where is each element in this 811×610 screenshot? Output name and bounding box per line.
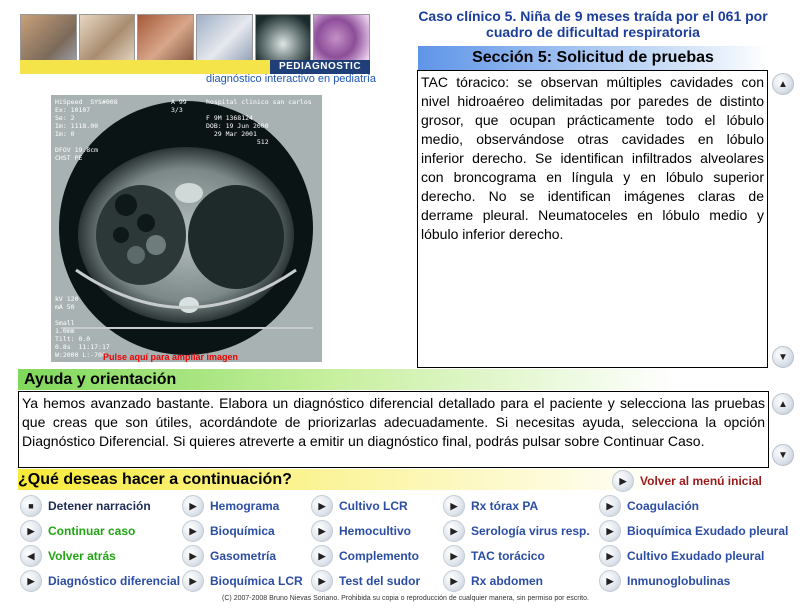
triangle-up-icon: ▲ — [778, 78, 788, 90]
action-label: Detener narración — [48, 499, 151, 513]
play-icon: ▶ — [443, 520, 465, 542]
test-bioquimica-lcr-button[interactable]: ▶ Bioquímica LCR — [182, 569, 303, 593]
differential-diagnosis-button[interactable]: ▶ Diagnóstico diferencial — [20, 569, 180, 593]
section-title: Sección 5: Solicitud de pruebas — [418, 46, 768, 70]
action-label: Continuar caso — [48, 524, 136, 538]
test-rx-torax-button[interactable]: ▶ Rx tórax PA — [443, 494, 538, 518]
test-hemograma-button[interactable]: ▶ Hemograma — [182, 494, 279, 518]
play-icon: ▶ — [182, 545, 204, 567]
back-to-menu-button[interactable]: ▶ Volver al menú inicial — [612, 469, 762, 493]
action-label: Volver atrás — [48, 549, 116, 563]
section-description: TAC tóracico: se observan múltiples cavi… — [417, 70, 768, 368]
stop-narration-button[interactable]: ■ Detener narración — [20, 494, 151, 518]
test-serologia-button[interactable]: ▶ Serología virus resp. — [443, 519, 590, 543]
action-label: Rx tórax PA — [471, 499, 539, 513]
action-label: Cultivo Exudado pleural — [627, 549, 765, 563]
ct-overlay-top-center: A 99 3/3 — [171, 98, 187, 114]
play-icon: ▶ — [311, 495, 333, 517]
action-label: Coagulación — [627, 499, 700, 513]
case-title: Caso clínico 5. Niña de 9 meses traída p… — [418, 8, 768, 40]
help-scroll-down-button[interactable]: ▼ — [772, 444, 794, 466]
help-scroll-up-button[interactable]: ▲ — [772, 393, 794, 415]
action-label: Test del sudor — [339, 574, 421, 588]
test-rx-abdomen-button[interactable]: ▶ Rx abdomen — [443, 569, 543, 593]
test-bioquimica-button[interactable]: ▶ Bioquímica — [182, 519, 275, 543]
play-icon: ▶ — [311, 545, 333, 567]
desc-scroll-down-button[interactable]: ▼ — [772, 346, 794, 368]
play-icon: ▶ — [443, 545, 465, 567]
action-label: Serología virus resp. — [471, 524, 590, 538]
play-icon: ▶ — [443, 570, 465, 592]
play-icon: ▶ — [20, 520, 42, 542]
play-icon: ▶ — [20, 570, 42, 592]
ct-overlay-top-left: HiSpeed SYS#008 Ex: 10107 Se: 2 Im: 1118… — [55, 98, 118, 162]
back-arrow-icon: ◀ — [20, 545, 42, 567]
ct-overlay-bottom-left: kV 120 mA 50 Small 1.0mm Tilt: 0.0 0.8s … — [55, 295, 110, 359]
ct-scan-image[interactable]: HiSpeed SYS#008 Ex: 10107 Se: 2 Im: 1118… — [51, 95, 322, 362]
help-title: Ayuda y orientación — [18, 369, 794, 390]
play-icon: ▶ — [599, 495, 621, 517]
triangle-down-icon: ▼ — [778, 449, 788, 461]
play-icon: ▶ — [182, 495, 204, 517]
test-coagulacion-button[interactable]: ▶ Coagulación — [599, 494, 699, 518]
help-text: Ya hemos avanzado bastante. Elabora un d… — [18, 391, 769, 468]
test-tac-toracico-button[interactable]: ▶ TAC torácico — [443, 544, 545, 568]
copyright-notice: (C) 2007-2008 Bruno Nievas Soriano. Proh… — [222, 595, 589, 602]
action-label: Gasometría — [210, 549, 277, 563]
triangle-down-icon: ▼ — [778, 351, 788, 363]
brand-logo: PEDIAGNOSTIC — [270, 60, 370, 74]
action-label: Diagnóstico diferencial — [48, 574, 181, 588]
play-icon: ▶ — [599, 545, 621, 567]
action-label: Bioquímica — [210, 524, 275, 538]
play-icon: ▶ — [599, 520, 621, 542]
desc-scroll-up-button[interactable]: ▲ — [772, 73, 794, 95]
triangle-up-icon: ▲ — [778, 398, 788, 410]
play-icon: ▶ — [182, 520, 204, 542]
test-cultivo-exudado-button[interactable]: ▶ Cultivo Exudado pleural — [599, 544, 764, 568]
test-inmunoglobulinas-button[interactable]: ▶ Inmunoglobulinas — [599, 569, 730, 593]
play-icon: ▶ — [612, 470, 634, 492]
back-to-menu-label: Volver al menú inicial — [640, 474, 762, 488]
ct-overlay-top-right: hospital clinico san carlos F 9M 1368124… — [206, 98, 312, 146]
test-cultivo-lcr-button[interactable]: ▶ Cultivo LCR — [311, 494, 408, 518]
action-label: Rx abdomen — [471, 574, 544, 588]
play-icon: ▶ — [599, 570, 621, 592]
test-complemento-button[interactable]: ▶ Complemento — [311, 544, 419, 568]
test-hemocultivo-button[interactable]: ▶ Hemocultivo — [311, 519, 411, 543]
play-icon: ▶ — [443, 495, 465, 517]
action-label: TAC torácico — [471, 549, 545, 563]
action-label: Bioquímica LCR — [210, 574, 303, 588]
action-label: Inmunoglobulinas — [627, 574, 731, 588]
continue-case-button[interactable]: ▶ Continuar caso — [20, 519, 135, 543]
stop-icon: ■ — [20, 495, 42, 517]
play-icon: ▶ — [311, 520, 333, 542]
test-bioquimica-exudado-button[interactable]: ▶ Bioquímica Exudado pleural — [599, 519, 788, 543]
action-label: Cultivo LCR — [339, 499, 408, 513]
action-label: Hemograma — [210, 499, 280, 513]
play-icon: ▶ — [311, 570, 333, 592]
play-icon: ▶ — [182, 570, 204, 592]
test-sudor-button[interactable]: ▶ Test del sudor — [311, 569, 420, 593]
tagline: diagnóstico interactivo en pediatría — [206, 73, 376, 85]
enlarge-image-link[interactable]: Pulse aquí para ampliar imagen — [103, 352, 238, 362]
test-gasometria-button[interactable]: ▶ Gasometría — [182, 544, 276, 568]
action-label: Complemento — [339, 549, 420, 563]
go-back-button[interactable]: ◀ Volver atrás — [20, 544, 116, 568]
action-label: Bioquímica Exudado pleural — [627, 524, 789, 538]
action-label: Hemocultivo — [339, 524, 412, 538]
